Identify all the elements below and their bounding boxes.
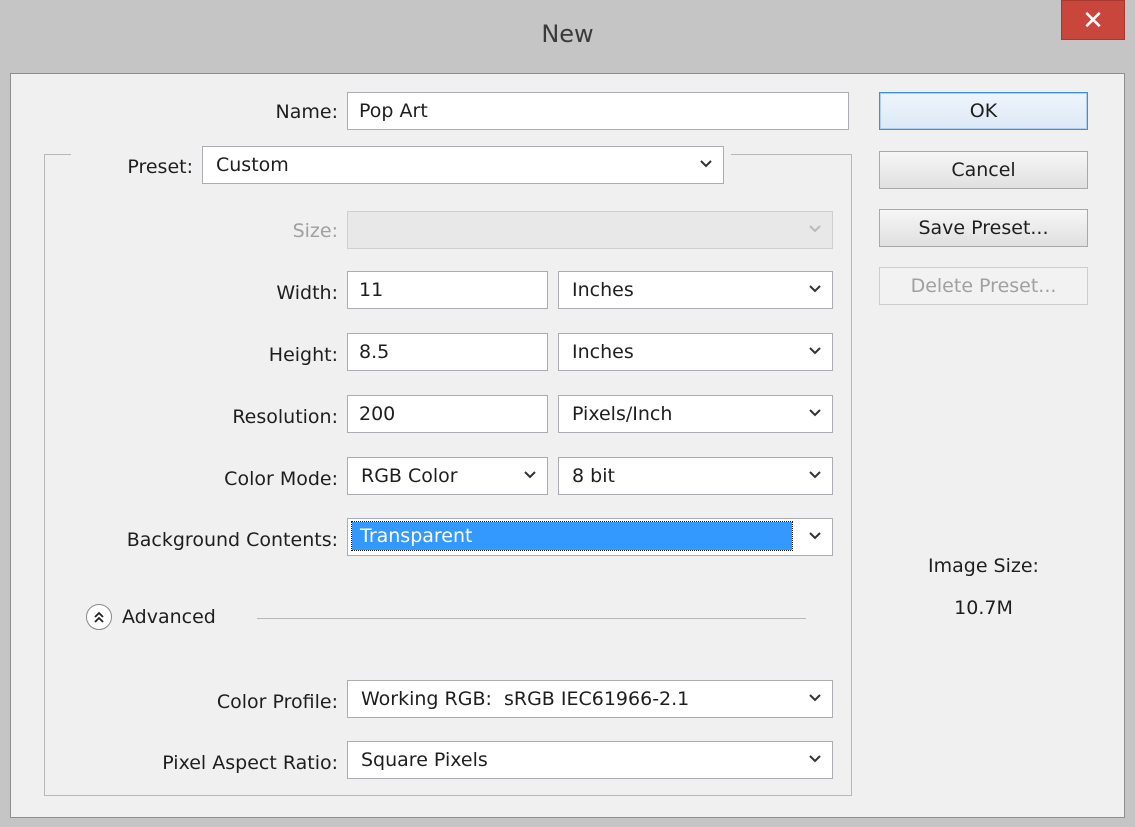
pixel-aspect-ratio-label: Pixel Aspect Ratio: [162,752,338,774]
color-mode-select[interactable]: RGB Color [347,457,548,495]
color-profile-select[interactable]: Working RGB: sRGB IEC61966-2.1 [347,680,833,718]
chevron-down-icon [809,755,821,763]
chevron-down-icon [809,347,821,355]
image-size-value: 10.7M [954,597,1013,619]
close-icon: ✕ [1082,6,1104,36]
background-contents-value: Transparent [351,521,793,551]
delete-preset-button: Delete Preset... [879,267,1088,305]
color-profile-label: Color Profile: [216,691,338,713]
preset-select[interactable]: Custom [202,146,724,184]
chevron-down-icon [809,471,821,479]
chevron-down-icon [809,532,821,540]
resolution-input[interactable]: 200 [347,395,548,433]
bit-depth-value: 8 bit [572,465,615,487]
resolution-label: Resolution: [232,406,338,428]
save-preset-button[interactable]: Save Preset... [879,209,1088,247]
chevron-down-icon [809,694,821,702]
window-title: New [541,20,594,48]
bit-depth-select[interactable]: 8 bit [558,457,833,495]
width-unit-select[interactable]: Inches [558,271,833,309]
chevron-down-icon [809,225,821,233]
close-button[interactable]: ✕ [1061,0,1125,40]
image-size-label: Image Size: [928,555,1039,577]
advanced-toggle[interactable] [86,604,112,630]
dialog-body: Name: Pop Art Preset: Custom Size: Width… [10,73,1125,818]
new-document-dialog: New ✕ Name: Pop Art Preset: Custom Size:… [0,0,1135,827]
resolution-unit-value: Pixels/Inch [572,403,673,425]
chevron-down-icon [809,285,821,293]
size-label: Size: [292,220,338,242]
chevron-down-icon [809,409,821,417]
advanced-label[interactable]: Advanced [122,606,216,628]
advanced-divider [257,618,806,619]
preset-label: Preset: [127,156,193,178]
collapse-double-chevron-icon [94,611,104,623]
height-input[interactable]: 8.5 [347,333,548,371]
width-input[interactable]: 11 [347,271,548,309]
height-label: Height: [268,344,338,366]
color-profile-value: Working RGB: sRGB IEC61966-2.1 [361,688,690,710]
color-mode-value: RGB Color [361,465,458,487]
chevron-down-icon [524,471,536,479]
color-mode-label: Color Mode: [224,468,338,490]
size-select [347,211,833,249]
pixel-aspect-ratio-select[interactable]: Square Pixels [347,741,833,779]
resolution-unit-select[interactable]: Pixels/Inch [558,395,833,433]
width-unit-value: Inches [572,279,634,301]
pixel-aspect-ratio-value: Square Pixels [361,749,488,771]
cancel-button[interactable]: Cancel [879,151,1088,189]
width-label: Width: [276,282,338,304]
chevron-down-icon [700,160,712,168]
name-input[interactable]: Pop Art [347,92,849,130]
background-contents-select[interactable]: Transparent [347,518,833,556]
name-label: Name: [275,101,338,123]
preset-value: Custom [216,154,289,176]
height-unit-select[interactable]: Inches [558,333,833,371]
height-unit-value: Inches [572,341,634,363]
background-contents-label: Background Contents: [126,529,338,551]
ok-button[interactable]: OK [879,92,1088,130]
title-bar[interactable]: New ✕ [0,0,1135,73]
